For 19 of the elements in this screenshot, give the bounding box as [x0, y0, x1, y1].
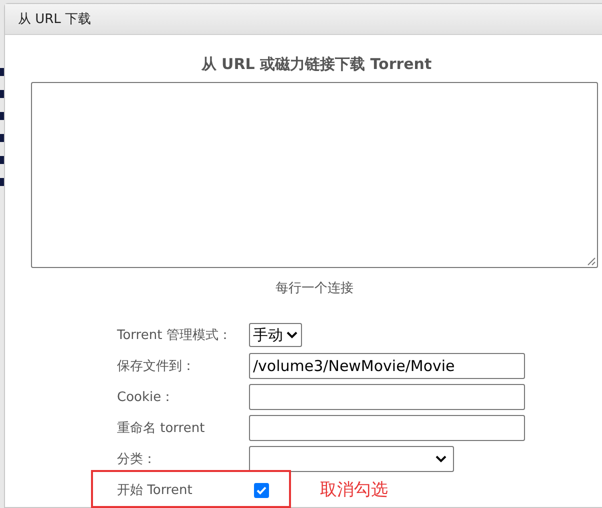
field-label: 重命名 torrent: [117, 420, 206, 437]
input-field[interactable]: [249, 415, 525, 441]
input-field[interactable]: /volume3/NewMovie/Movie: [249, 353, 525, 379]
field-label: 分类：: [117, 451, 157, 468]
field-label: Torrent 管理模式：: [117, 327, 232, 344]
field-label: 开始 Torrent: [117, 482, 194, 499]
category-select[interactable]: [249, 446, 454, 472]
annotation-text: 取消勾选: [320, 479, 388, 501]
dialog-heading: 从 URL 或磁力链接下载 Torrent: [200, 55, 433, 74]
mode-select[interactable]: 手动: [249, 323, 302, 347]
resize-grip-icon[interactable]: [587, 257, 596, 266]
field-label: 保存文件到：: [117, 358, 196, 375]
input-field[interactable]: [249, 384, 525, 410]
checkbox[interactable]: [254, 482, 269, 498]
chevron-down-icon: [286, 331, 298, 339]
window-title: 从 URL 下载: [18, 11, 92, 28]
chevron-down-icon: [435, 455, 447, 463]
field-label: Cookie：: [117, 389, 176, 406]
hint-text: 每行一个连接: [274, 280, 354, 297]
